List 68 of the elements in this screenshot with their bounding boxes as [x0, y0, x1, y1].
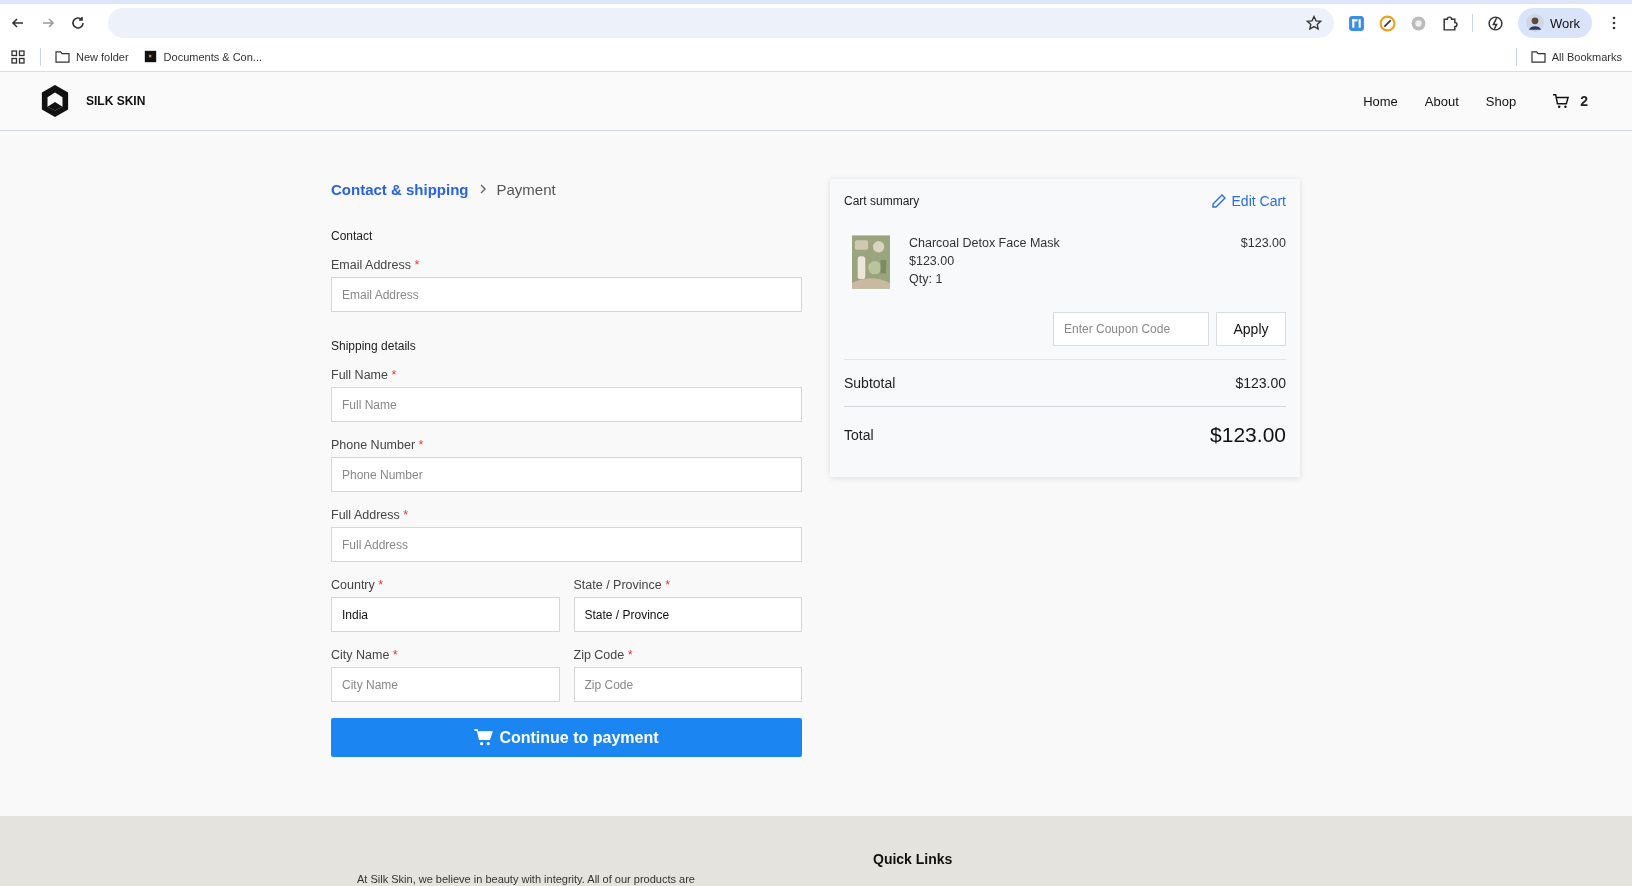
extension-icon[interactable] — [1347, 14, 1365, 32]
input-field[interactable]: City Name — [331, 667, 560, 702]
folder-icon — [55, 50, 70, 63]
avatar-icon — [1525, 14, 1544, 32]
required-asterisk: * — [418, 438, 424, 452]
field-label: Email Address * — [331, 258, 421, 272]
breadcrumb-link[interactable]: Payment — [496, 180, 556, 198]
apply-button[interactable]: Apply — [1216, 312, 1286, 346]
section-heading: Contact — [331, 229, 374, 243]
folder-icon — [1530, 50, 1546, 63]
field-label: Full Address * — [331, 508, 410, 522]
cart-icon — [474, 729, 494, 746]
bookmark-star-icon[interactable] — [1305, 15, 1322, 31]
edit-cart-link[interactable]: Edit Cart — [1210, 193, 1286, 209]
field-label: Phone Number * — [331, 438, 425, 452]
bookmark-folder[interactable]: All Bookmarks — [1530, 50, 1622, 63]
extension-icon[interactable] — [1378, 14, 1396, 32]
bookmark[interactable]: Documents & Con... — [142, 50, 262, 63]
input-field[interactable]: Phone Number — [331, 457, 802, 492]
field-label: Full Name * — [331, 368, 398, 382]
nav-link[interactable]: About — [1424, 93, 1459, 109]
hexagon-logo-icon[interactable] — [40, 84, 70, 118]
field-label: Zip Code * — [573, 648, 634, 662]
input-field[interactable]: Full Address — [331, 527, 802, 562]
required-asterisk: * — [392, 648, 398, 662]
field-label: City Name * — [331, 648, 399, 662]
profile-button[interactable]: Work — [1517, 8, 1592, 38]
field-label: State / Province * — [573, 578, 672, 592]
required-asterisk: * — [403, 508, 409, 522]
line-total: $123.00 — [1240, 235, 1286, 252]
page-icon — [142, 50, 158, 63]
input-field[interactable]: Zip Code — [573, 667, 802, 702]
field-label: Country * — [331, 578, 385, 592]
subtotal-label: Subtotal — [844, 375, 896, 391]
total-value: $123.00 — [1210, 422, 1286, 447]
required-asterisk: * — [627, 648, 633, 662]
apps-grid-icon[interactable] — [10, 48, 26, 65]
cart-count: 2 — [1580, 93, 1588, 109]
extensions-puzzle-icon[interactable] — [1440, 14, 1458, 32]
continue-to-payment-button[interactable]: Continue to payment — [331, 718, 802, 757]
quantity: Qty: 1 — [909, 271, 944, 288]
pencil-icon — [1210, 193, 1227, 209]
nav-link[interactable]: Home — [1363, 93, 1398, 109]
coupon-field[interactable]: Enter Coupon Code — [1053, 312, 1209, 346]
nav-link[interactable]: Shop — [1485, 93, 1517, 109]
bookmark[interactable]: New folder — [55, 50, 129, 63]
about-text: At Silk Skin, we believe in beauty with integrity. All of our products are — [357, 873, 696, 886]
input-field[interactable]: Full Name — [331, 387, 802, 422]
cart-icon[interactable] — [1552, 93, 1571, 109]
total-label: Total — [844, 426, 874, 443]
required-asterisk: * — [414, 258, 420, 272]
required-asterisk: * — [378, 578, 384, 592]
input-field[interactable]: Email Address — [331, 277, 802, 312]
product-price: $123.00 — [909, 253, 956, 270]
chevron-right-icon — [478, 183, 487, 195]
breadcrumb-link[interactable]: Contact & shipping — [331, 180, 469, 198]
reload-icon[interactable] — [70, 15, 86, 31]
required-asterisk: * — [391, 368, 397, 382]
subtotal-value: $123.00 — [1235, 375, 1286, 391]
required-asterisk: * — [665, 578, 671, 592]
brand-name: SILK SKIN — [86, 94, 146, 108]
product-name: Charcoal Detox Face Mask — [909, 235, 1061, 252]
quick-links-heading: Quick Links — [873, 851, 953, 869]
performance-icon[interactable] — [1486, 14, 1504, 32]
input-field[interactable]: India — [331, 597, 560, 632]
input-field[interactable]: State / Province — [573, 597, 802, 632]
section-heading: Shipping details — [331, 339, 417, 353]
card-title: Cart summary — [844, 194, 920, 208]
